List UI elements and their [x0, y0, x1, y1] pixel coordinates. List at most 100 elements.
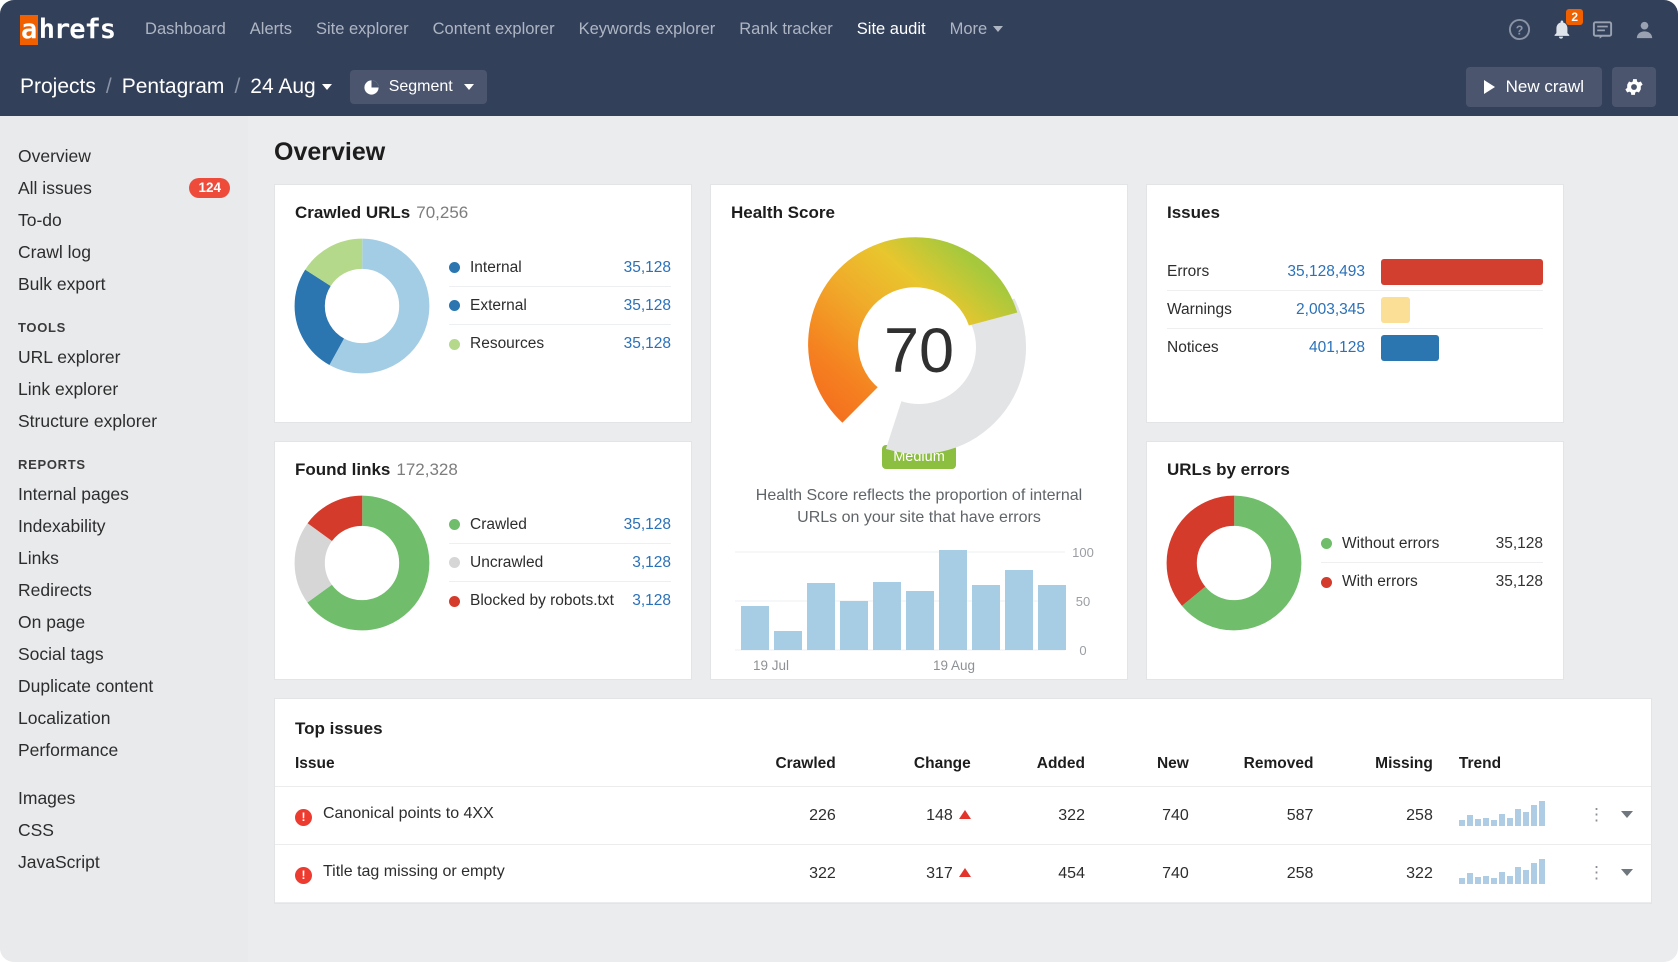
sidebar-item-social-tags[interactable]: Social tags: [0, 638, 248, 670]
crawled-urls-legend: Internal 35,128 External 35,128 Resource…: [449, 249, 671, 363]
issue-row-errors[interactable]: Errors 35,128,493: [1167, 253, 1543, 291]
legend-item-internal[interactable]: Internal 35,128: [449, 249, 671, 287]
issue-name[interactable]: Canonical points to 4XX: [323, 805, 494, 822]
sidebar-item-crawl-log[interactable]: Crawl log: [0, 236, 248, 268]
sidebar-item-label: Internal pages: [18, 484, 129, 505]
card-heading: Found links: [295, 460, 390, 479]
nav-site-audit[interactable]: Site audit: [857, 20, 926, 39]
legend-value[interactable]: 35,128: [624, 297, 671, 315]
issue-value[interactable]: 2,003,345: [1253, 301, 1365, 319]
legend-value[interactable]: 3,128: [632, 592, 671, 610]
legend-item-with-errors[interactable]: With errors 35,128: [1321, 563, 1543, 601]
urls-by-errors-card: URLs by errors Without errors 35,128: [1146, 441, 1564, 680]
sidebar-item-overview[interactable]: Overview: [0, 140, 248, 172]
cell-trend: [1433, 787, 1568, 845]
more-options-icon[interactable]: ⋮: [1588, 806, 1605, 823]
chat-icon[interactable]: [1591, 18, 1614, 41]
breadcrumb-project[interactable]: Pentagram: [122, 75, 225, 99]
sidebar-item-duplicate-content[interactable]: Duplicate content: [0, 670, 248, 702]
column-header-removed[interactable]: Removed: [1189, 739, 1314, 787]
more-options-icon[interactable]: ⋮: [1588, 864, 1605, 881]
settings-button[interactable]: [1612, 67, 1656, 107]
legend-label: Without errors: [1342, 535, 1439, 553]
bell-icon[interactable]: 2: [1550, 18, 1572, 41]
cell-new: 740: [1085, 845, 1189, 903]
sidebar-item-label: Localization: [18, 708, 110, 729]
health-score-gauge: 70: [774, 229, 1064, 461]
nav-rank-tracker[interactable]: Rank tracker: [739, 20, 833, 39]
sidebar-item-redirects[interactable]: Redirects: [0, 574, 248, 606]
ytick-0: 0: [1079, 643, 1086, 658]
segment-label: Segment: [389, 78, 453, 96]
nav-content-explorer[interactable]: Content explorer: [433, 20, 555, 39]
nav-alerts[interactable]: Alerts: [250, 20, 292, 39]
cell-missing: 258: [1313, 787, 1432, 845]
sidebar-item-performance[interactable]: Performance: [0, 734, 248, 766]
legend-item-without-errors[interactable]: Without errors 35,128: [1321, 525, 1543, 563]
user-icon[interactable]: [1633, 18, 1656, 41]
issue-row-warnings[interactable]: Warnings 2,003,345: [1167, 291, 1543, 329]
column-header-crawled[interactable]: Crawled: [711, 739, 836, 787]
nav-more[interactable]: More: [950, 20, 1004, 39]
column-header-missing[interactable]: Missing: [1313, 739, 1432, 787]
legend-label: Resources: [470, 335, 544, 353]
issues-title: Issues: [1147, 185, 1563, 223]
column-header-added[interactable]: Added: [971, 739, 1085, 787]
sidebar-item-structure-explorer[interactable]: Structure explorer: [0, 405, 248, 437]
sidebar-item-css[interactable]: CSS: [0, 814, 248, 846]
column-header-change[interactable]: Change: [836, 739, 971, 787]
sidebar-item-to-do[interactable]: To-do: [0, 204, 248, 236]
sidebar-item-links[interactable]: Links: [0, 542, 248, 574]
nav-dashboard[interactable]: Dashboard: [145, 20, 226, 39]
sidebar: Overview All issues 124 To-do Crawl log …: [0, 116, 248, 962]
legend-item-external[interactable]: External 35,128: [449, 287, 671, 325]
table-row[interactable]: !Canonical points to 4XX 226 148 322 740…: [275, 787, 1651, 845]
table-row[interactable]: !Title tag missing or empty 322 317 454 …: [275, 845, 1651, 903]
help-icon[interactable]: ?: [1508, 18, 1531, 41]
issue-value[interactable]: 401,128: [1253, 339, 1365, 357]
table-header-row: Issue Crawled Change Added New Removed M…: [275, 739, 1651, 787]
legend-value[interactable]: 3,128: [632, 554, 671, 572]
sidebar-item-images[interactable]: Images: [0, 782, 248, 814]
arrow-up-icon: [959, 810, 971, 819]
column-header-new[interactable]: New: [1085, 739, 1189, 787]
chevron-down-icon[interactable]: [1621, 869, 1633, 876]
segment-button[interactable]: Segment: [350, 70, 487, 104]
ahrefs-logo[interactable]: ahrefs: [20, 14, 115, 45]
column-header-issue[interactable]: Issue: [275, 739, 711, 787]
ytick-100: 100: [1072, 548, 1094, 560]
sidebar-item-label: Crawl log: [18, 242, 91, 263]
sidebar-item-label: CSS: [18, 820, 54, 841]
sidebar-item-indexability[interactable]: Indexability: [0, 510, 248, 542]
sidebar-item-javascript[interactable]: JavaScript: [0, 846, 248, 878]
sidebar-item-localization[interactable]: Localization: [0, 702, 248, 734]
sidebar-item-link-explorer[interactable]: Link explorer: [0, 373, 248, 405]
legend-item-resources[interactable]: Resources 35,128: [449, 325, 671, 363]
issue-name[interactable]: Title tag missing or empty: [323, 863, 505, 880]
legend-item-uncrawled[interactable]: Uncrawled 3,128: [449, 544, 671, 582]
legend-item-blocked-by-robots[interactable]: Blocked by robots.txt 3,128: [449, 582, 671, 620]
sidebar-item-all-issues[interactable]: All issues 124: [0, 172, 248, 204]
sidebar-item-url-explorer[interactable]: URL explorer: [0, 341, 248, 373]
nav-site-explorer[interactable]: Site explorer: [316, 20, 409, 39]
sidebar-item-internal-pages[interactable]: Internal pages: [0, 478, 248, 510]
legend-value[interactable]: 35,128: [624, 259, 671, 277]
legend-value[interactable]: 35,128: [624, 335, 671, 353]
top-navigation-bar: ahrefs Dashboard Alerts Site explorer Co…: [0, 0, 1678, 58]
top-issues-table: Issue Crawled Change Added New Removed M…: [275, 739, 1651, 903]
column-header-trend[interactable]: Trend: [1433, 739, 1568, 787]
sidebar-item-on-page[interactable]: On page: [0, 606, 248, 638]
issue-value[interactable]: 35,128,493: [1253, 263, 1365, 281]
arrow-up-icon: [959, 868, 971, 877]
nav-keywords-explorer[interactable]: Keywords explorer: [579, 20, 716, 39]
issue-row-notices[interactable]: Notices 401,128: [1167, 329, 1543, 367]
breadcrumb-projects[interactable]: Projects: [20, 75, 96, 99]
sidebar-item-label: Link explorer: [18, 379, 118, 400]
new-crawl-button[interactable]: New crawl: [1466, 67, 1602, 107]
sidebar-section-tools: TOOLS: [0, 320, 248, 335]
legend-value[interactable]: 35,128: [624, 516, 671, 534]
breadcrumb-date-picker[interactable]: 24 Aug: [250, 75, 331, 99]
chevron-down-icon[interactable]: [1621, 811, 1633, 818]
legend-item-crawled[interactable]: Crawled 35,128: [449, 506, 671, 544]
sidebar-item-bulk-export[interactable]: Bulk export: [0, 268, 248, 300]
